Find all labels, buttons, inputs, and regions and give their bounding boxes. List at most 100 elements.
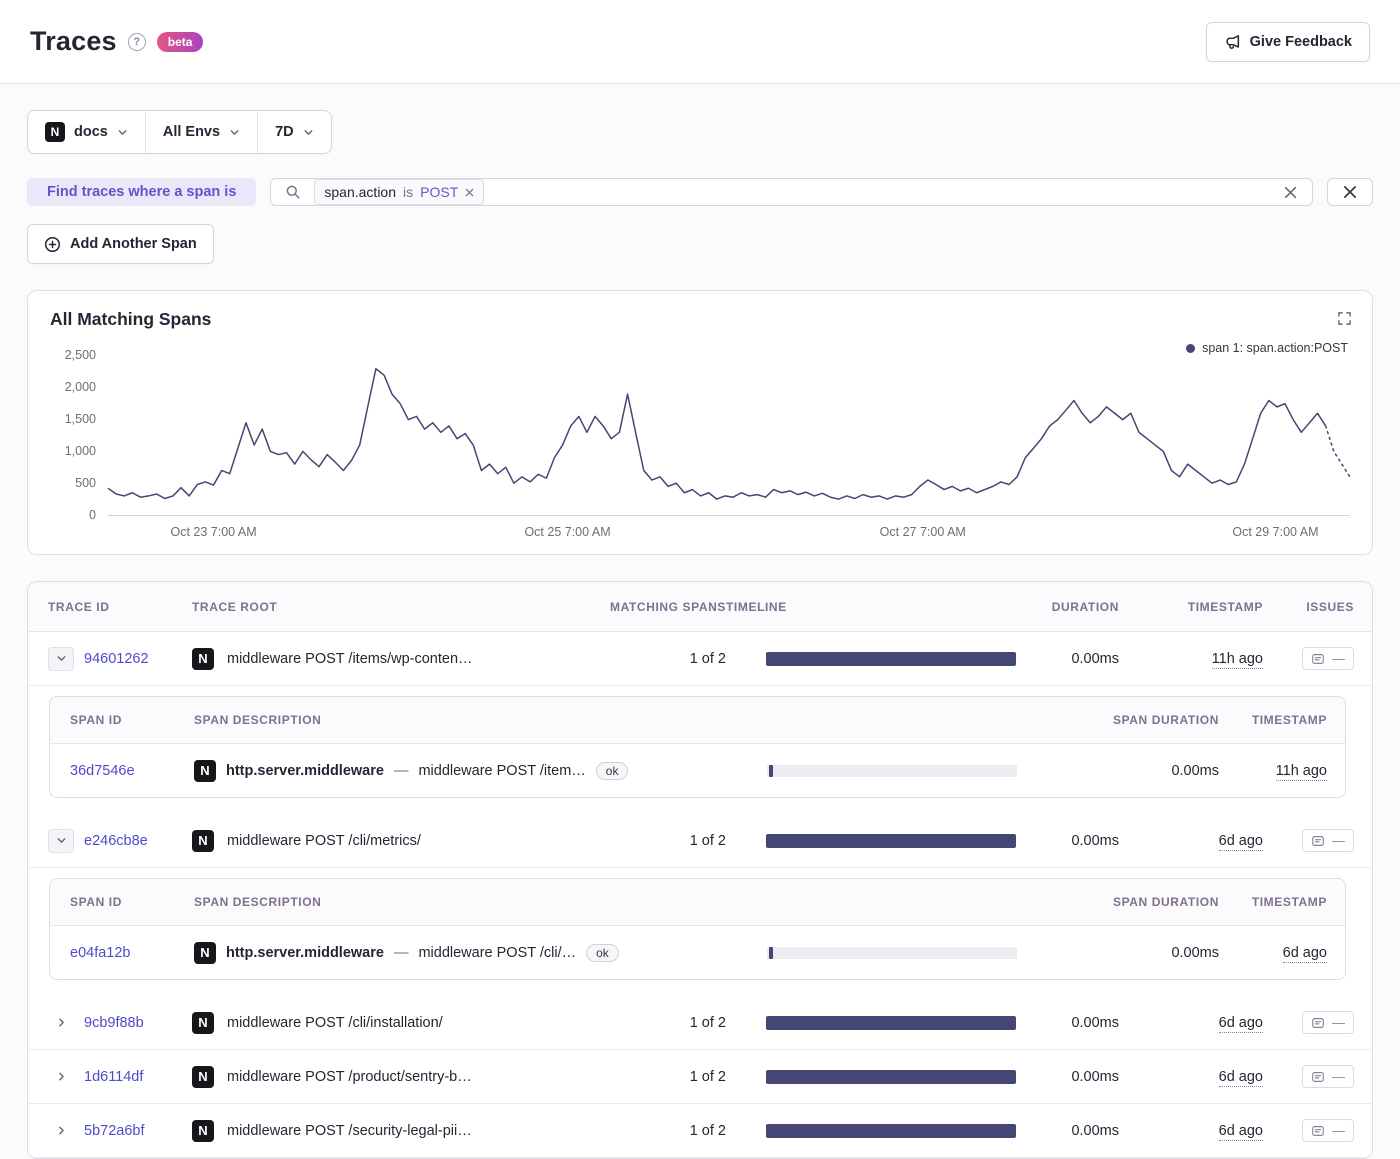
- token-remove-icon[interactable]: [465, 188, 474, 197]
- trace-root: N middleware POST /cli/installation/: [192, 1011, 576, 1034]
- chevron-down-icon: [57, 656, 65, 661]
- span-status-badge: ok: [595, 761, 629, 780]
- expand-trace-button[interactable]: [48, 1011, 74, 1035]
- column-header: Span ID: [70, 713, 122, 727]
- plus-circle-icon: [44, 236, 61, 253]
- trace-row[interactable]: e246cb8e N middleware POST /cli/metrics/…: [28, 814, 1372, 868]
- expand-trace-button[interactable]: [48, 1119, 74, 1143]
- x-tick-label: Oct 25 7:00 AM: [524, 525, 611, 539]
- span-description: N http.server.middleware — middleware PO…: [194, 759, 747, 782]
- trace-root: N middleware POST /security-legal-pii…: [192, 1119, 576, 1142]
- trace-row[interactable]: 1d6114df N middleware POST /product/sent…: [28, 1050, 1372, 1104]
- y-tick-label: 1,000: [64, 444, 96, 458]
- trace-timeline: [726, 833, 1041, 848]
- legend-dot: [1186, 343, 1196, 353]
- trace-row[interactable]: 94601262 N middleware POST /items/wp-con…: [28, 632, 1372, 686]
- date-range-selector[interactable]: 7D: [257, 111, 331, 153]
- chevron-right-icon: [58, 1072, 64, 1081]
- spans-line-chart[interactable]: [108, 356, 1350, 516]
- trace-duration: 0.00ms: [1071, 650, 1119, 667]
- chevron-down-icon: [229, 127, 240, 138]
- column-header: Span ID: [70, 895, 122, 909]
- trace-row[interactable]: 9cb9f88b N middleware POST /cli/installa…: [28, 996, 1372, 1050]
- trace-id-link[interactable]: 9cb9f88b: [84, 1015, 144, 1031]
- trace-id-link[interactable]: 94601262: [84, 651, 149, 667]
- project-platform-icon: N: [194, 941, 216, 964]
- search-filter-token[interactable]: span.action is POST: [314, 179, 485, 205]
- issues-icon: [1312, 1071, 1324, 1082]
- remove-span-query-button[interactable]: [1327, 178, 1373, 206]
- span-id-link[interactable]: e04fa12b: [70, 945, 130, 961]
- traces-table: Trace ID Trace Root Matching Spans Timeline…: [27, 581, 1373, 1159]
- give-feedback-button[interactable]: Give Feedback: [1205, 21, 1370, 62]
- chart-legend: span 1: span.action:POST: [1186, 341, 1348, 355]
- trace-duration: 0.00ms: [1071, 832, 1119, 849]
- help-icon[interactable]: ?: [127, 32, 146, 51]
- trace-timeline: [726, 651, 1041, 666]
- column-header: Timestamp: [1251, 713, 1327, 727]
- column-header: Timestamp: [1251, 895, 1327, 909]
- chevron-down-icon: [303, 127, 314, 138]
- span-description: N http.server.middleware — middleware PO…: [194, 941, 747, 964]
- trace-timestamp[interactable]: 6d ago: [1119, 832, 1263, 851]
- span-row[interactable]: e04fa12b N http.server.middleware — midd…: [50, 925, 1345, 979]
- y-tick-label: 2,500: [64, 348, 96, 362]
- chart-x-axis: Oct 23 7:00 AM Oct 25 7:00 AM Oct 27 7:00 …: [108, 516, 1350, 544]
- issues-icon: [1312, 1017, 1324, 1028]
- span-sub-table: Span ID Span Description Span Duration T…: [49, 696, 1346, 798]
- project-platform-icon: N: [192, 1011, 214, 1034]
- span-timestamp[interactable]: 11h ago: [1219, 762, 1327, 781]
- column-header: Timestamp: [1187, 599, 1263, 614]
- megaphone-icon: [1224, 33, 1241, 50]
- chevron-down-icon: [57, 838, 65, 843]
- project-platform-icon: N: [192, 1065, 214, 1088]
- span-duration: 0.00ms: [1171, 762, 1219, 779]
- chevron-right-icon: [58, 1126, 64, 1135]
- span-table-header-row: Span ID Span Description Span Duration T…: [50, 697, 1345, 743]
- span-timestamp[interactable]: 6d ago: [1219, 944, 1327, 963]
- x-tick-label: Oct 23 7:00 AM: [170, 525, 257, 539]
- add-another-span-button[interactable]: Add Another Span: [27, 224, 214, 264]
- trace-id-link[interactable]: 1d6114df: [84, 1069, 143, 1085]
- issues-badge[interactable]: —: [1302, 1119, 1354, 1142]
- issues-icon: [1312, 835, 1324, 846]
- trace-timestamp[interactable]: 6d ago: [1119, 1122, 1263, 1141]
- span-search-input[interactable]: span.action is POST: [270, 178, 1313, 206]
- issues-badge[interactable]: —: [1302, 647, 1354, 670]
- trace-duration: 0.00ms: [1071, 1068, 1119, 1085]
- issues-badge[interactable]: —: [1302, 1011, 1354, 1034]
- page-filter-bar: N docs All Envs 7D: [27, 110, 332, 154]
- search-icon: [285, 184, 301, 200]
- trace-timeline: [726, 1123, 1041, 1138]
- issues-badge[interactable]: —: [1302, 1065, 1354, 1088]
- trace-timestamp[interactable]: 11h ago: [1119, 650, 1263, 669]
- span-row[interactable]: 36d7546e N http.server.middleware — midd…: [50, 743, 1345, 797]
- trace-timestamp[interactable]: 6d ago: [1119, 1068, 1263, 1087]
- project-selector[interactable]: N docs: [28, 111, 145, 153]
- span-sub-table: Span ID Span Description Span Duration T…: [49, 878, 1346, 980]
- column-header: Matching Spans: [610, 599, 726, 614]
- chart-y-axis: 2,500 2,000 1,500 1,000 500 0: [50, 348, 108, 522]
- legend-label: span 1: span.action:POST: [1202, 341, 1348, 355]
- search-clear-icon[interactable]: [1283, 185, 1298, 200]
- environment-selector[interactable]: All Envs: [144, 111, 257, 153]
- trace-duration: 0.00ms: [1071, 1014, 1119, 1031]
- collapse-trace-button[interactable]: [48, 828, 74, 853]
- collapse-trace-button[interactable]: [48, 646, 74, 671]
- page-header: Traces ? beta Give Feedback: [0, 0, 1400, 84]
- span-duration: 0.00ms: [1171, 944, 1219, 961]
- column-header: Issues: [1306, 599, 1354, 614]
- fullscreen-icon[interactable]: [1333, 307, 1356, 333]
- trace-id-link[interactable]: e246cb8e: [84, 833, 148, 849]
- find-traces-label: Find traces where a span is: [27, 178, 257, 206]
- x-tick-label: Oct 29 7:00 AM: [1232, 525, 1319, 539]
- issues-badge[interactable]: —: [1302, 829, 1354, 852]
- span-id-link[interactable]: 36d7546e: [70, 763, 135, 779]
- trace-row[interactable]: 5b72a6bf N middleware POST /security-leg…: [28, 1104, 1372, 1158]
- expand-trace-button[interactable]: [48, 1065, 74, 1089]
- chevron-right-icon: [58, 1018, 64, 1027]
- trace-timestamp[interactable]: 6d ago: [1119, 1014, 1263, 1033]
- trace-id-link[interactable]: 5b72a6bf: [84, 1123, 144, 1139]
- span-status-badge: ok: [586, 943, 619, 962]
- column-header: Trace ID: [48, 599, 110, 614]
